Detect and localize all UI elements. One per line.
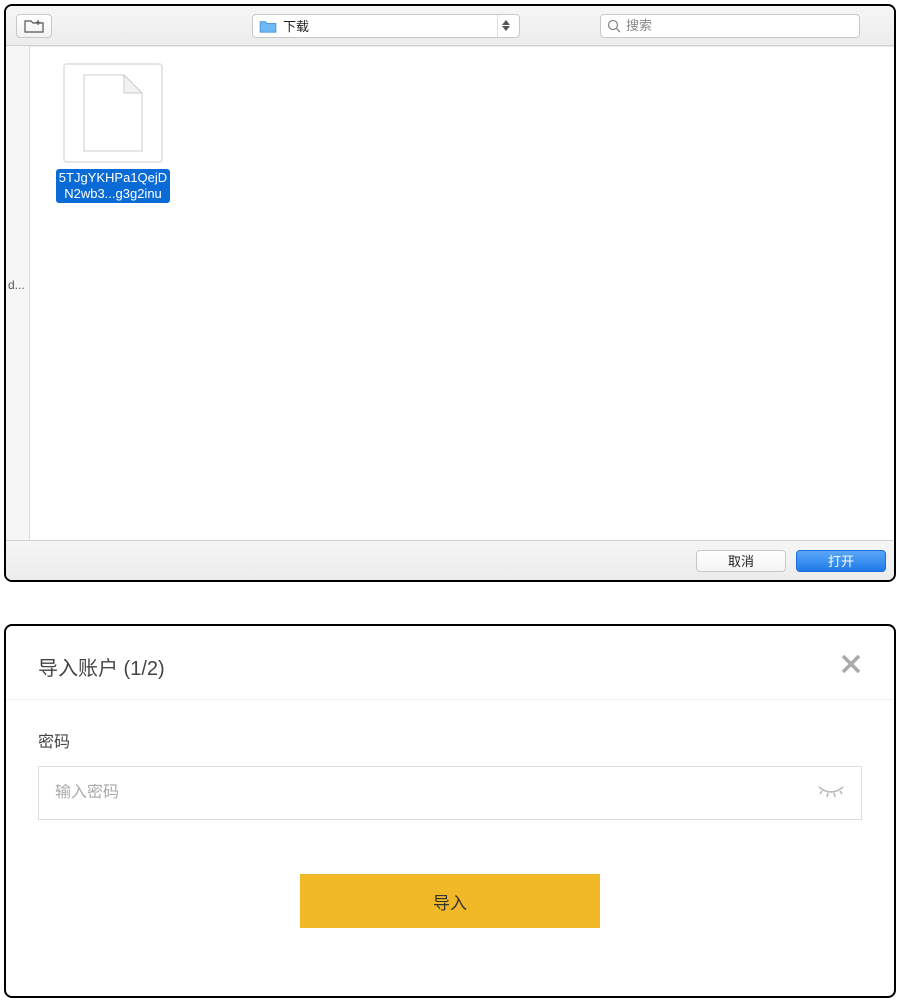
eye-closed-icon [817, 783, 845, 799]
password-label: 密码 [38, 728, 862, 752]
import-dialog-header: 导入账户 (1/2) [6, 626, 894, 700]
close-button[interactable] [840, 653, 862, 680]
file-dialog-footer: 取消 打开 [6, 540, 894, 580]
cancel-button-label: 取消 [728, 551, 754, 570]
location-dropdown[interactable]: 下载 [252, 14, 520, 38]
file-dialog-body: d... 5TJgYKHPa1QejD N2wb3...g3g2inu [6, 46, 894, 540]
close-icon [840, 653, 862, 675]
import-account-dialog: 导入账户 (1/2) 密码 导入 [4, 624, 896, 998]
file-name-label: 5TJgYKHPa1QejD N2wb3...g3g2inu [56, 169, 170, 203]
import-dialog-body: 密码 导入 [6, 700, 894, 928]
import-button-label: 导入 [433, 889, 467, 914]
password-input[interactable] [55, 784, 817, 802]
search-field[interactable] [600, 14, 860, 38]
new-folder-icon [24, 18, 44, 33]
file-list[interactable]: 5TJgYKHPa1QejD N2wb3...g3g2inu [30, 46, 894, 540]
file-dialog-sidebar[interactable]: d... [6, 46, 30, 540]
file-dialog-toolbar: 下载 [6, 6, 894, 46]
password-field-wrap [38, 766, 862, 820]
search-icon [607, 19, 621, 33]
import-dialog-title: 导入账户 (1/2) [38, 652, 165, 681]
sidebar-item-truncated[interactable]: d... [8, 278, 25, 292]
location-label: 下载 [283, 16, 497, 35]
open-button[interactable]: 打开 [796, 550, 886, 572]
search-input[interactable] [626, 18, 853, 33]
folder-icon [259, 19, 277, 33]
file-open-dialog: 下载 d... [4, 4, 896, 582]
document-icon [82, 73, 144, 153]
new-folder-button[interactable] [16, 14, 52, 38]
open-button-label: 打开 [828, 551, 854, 570]
file-item[interactable]: 5TJgYKHPa1QejD N2wb3...g3g2inu [48, 63, 178, 203]
dropdown-arrows-icon [497, 15, 513, 37]
cancel-button[interactable]: 取消 [696, 550, 786, 572]
toggle-password-visibility[interactable] [817, 783, 845, 804]
file-icon-frame [63, 63, 163, 163]
import-button[interactable]: 导入 [300, 874, 600, 928]
